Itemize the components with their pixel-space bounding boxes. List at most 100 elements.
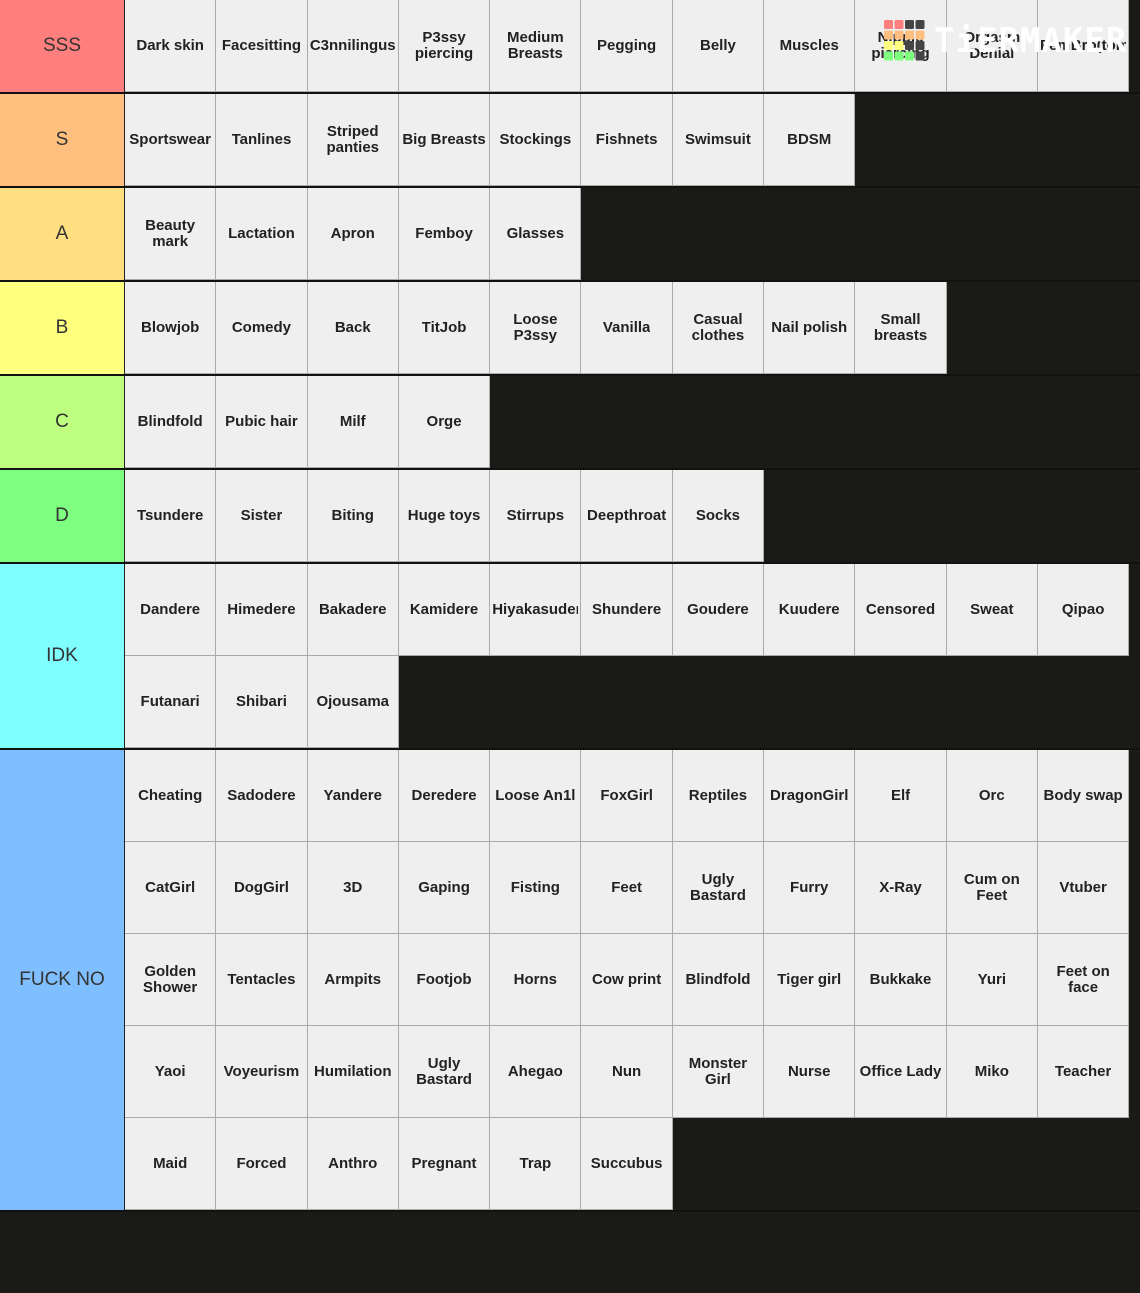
tier-item[interactable]: Goudere	[672, 564, 765, 656]
tier-item[interactable]: Striped panties	[307, 94, 399, 186]
tier-item[interactable]: Comedy	[216, 282, 308, 374]
tier-item[interactable]: Lactation	[216, 188, 308, 280]
tier-item[interactable]: Blowjob	[125, 282, 217, 374]
tier-item[interactable]: C3nnilingus	[307, 0, 399, 92]
tier-item[interactable]: Monster Girl	[672, 1026, 765, 1118]
tier-item[interactable]: Biting	[307, 470, 399, 562]
tier-item[interactable]: DragonGirl	[764, 750, 856, 842]
tier-item[interactable]: Deredere	[398, 750, 491, 842]
tier-item[interactable]: Small breasts	[855, 282, 947, 374]
tier-item[interactable]: Nurse	[764, 1026, 856, 1118]
tier-item[interactable]: TitJob	[398, 282, 491, 374]
tier-item[interactable]: Voyeurism	[216, 1026, 308, 1118]
tier-item[interactable]: DogGirl	[216, 842, 308, 934]
tier-item[interactable]: Casual clothes	[672, 282, 765, 374]
tier-item[interactable]: Cow print	[581, 934, 673, 1026]
tier-label[interactable]: FUCK NO	[0, 750, 125, 1210]
tier-item[interactable]: Gaping	[398, 842, 491, 934]
tier-label[interactable]: IDK	[0, 564, 125, 748]
tier-item[interactable]: Qipao	[1037, 564, 1130, 656]
tier-item[interactable]: Humilation	[307, 1026, 399, 1118]
tier-item[interactable]: Feet	[581, 842, 673, 934]
tier-item[interactable]: Dandere	[125, 564, 217, 656]
tier-item[interactable]: Yuri	[946, 934, 1038, 1026]
tier-item[interactable]: Censored	[855, 564, 947, 656]
tier-item[interactable]: Belly	[672, 0, 765, 92]
tier-item[interactable]: Body swap	[1037, 750, 1130, 842]
tier-item[interactable]: Fishnets	[581, 94, 673, 186]
tier-item[interactable]: Hiyakasuder	[490, 564, 582, 656]
tier-item[interactable]: Teacher	[1037, 1026, 1130, 1118]
tier-item[interactable]: Shibari	[216, 656, 308, 748]
tier-item[interactable]: Horns	[490, 934, 582, 1026]
tier-item[interactable]: CatGirl	[125, 842, 217, 934]
tier-item[interactable]: Back	[307, 282, 399, 374]
tier-item[interactable]: Stockings	[490, 94, 582, 186]
tier-item[interactable]: Tiger girl	[764, 934, 856, 1026]
tier-item[interactable]: Beauty mark	[125, 188, 217, 280]
tiermaker-logo[interactable]: TiERMAKER	[884, 20, 1127, 62]
tier-label[interactable]: D	[0, 470, 125, 562]
tier-item[interactable]: Sadodere	[216, 750, 308, 842]
tier-item[interactable]: 3D	[307, 842, 399, 934]
tier-item[interactable]: Blindfold	[672, 934, 765, 1026]
tier-item[interactable]: Facesitting	[216, 0, 308, 92]
tier-item[interactable]: Fisting	[490, 842, 582, 934]
tier-label[interactable]: S	[0, 94, 125, 186]
tier-item[interactable]: Shundere	[581, 564, 673, 656]
tier-item[interactable]: Ugly Bastard	[398, 1026, 491, 1118]
tier-item[interactable]: Glasses	[490, 188, 582, 280]
tier-item[interactable]: Vanilla	[581, 282, 673, 374]
tier-item[interactable]: Maid	[125, 1118, 217, 1210]
tier-item[interactable]: Apron	[307, 188, 399, 280]
tier-item[interactable]: Ahegao	[490, 1026, 582, 1118]
tier-item[interactable]: Big Breasts	[398, 94, 491, 186]
tier-label[interactable]: C	[0, 376, 125, 468]
tier-item[interactable]: Trap	[490, 1118, 582, 1210]
tier-item[interactable]: Ojousama	[307, 656, 399, 748]
tier-item[interactable]: Sister	[216, 470, 308, 562]
tier-item[interactable]: Kuudere	[764, 564, 856, 656]
tier-item[interactable]: Yaoi	[125, 1026, 217, 1118]
tier-item[interactable]: Orge	[398, 376, 491, 468]
tier-item[interactable]: Himedere	[216, 564, 308, 656]
tier-item[interactable]: Vtuber	[1037, 842, 1130, 934]
tier-item[interactable]: Succubus	[581, 1118, 673, 1210]
tier-item[interactable]: Ugly Bastard	[672, 842, 765, 934]
tier-label[interactable]: A	[0, 188, 125, 280]
tier-item[interactable]: Cheating	[125, 750, 217, 842]
tier-item[interactable]: Dark skin	[125, 0, 217, 92]
tier-item[interactable]: Orc	[946, 750, 1038, 842]
tier-label[interactable]: B	[0, 282, 125, 374]
tier-item[interactable]: X-Ray	[855, 842, 947, 934]
tier-item[interactable]: Office Lady	[855, 1026, 947, 1118]
tier-item[interactable]: Milf	[307, 376, 399, 468]
tier-item[interactable]: Bakadere	[307, 564, 399, 656]
tier-item[interactable]: Nun	[581, 1026, 673, 1118]
tier-item[interactable]: Furry	[764, 842, 856, 934]
tier-item[interactable]: Tanlines	[216, 94, 308, 186]
tier-item[interactable]: Bukkake	[855, 934, 947, 1026]
tier-item[interactable]: Sweat	[946, 564, 1038, 656]
tier-label[interactable]: SSS	[0, 0, 125, 92]
tier-item[interactable]: Sportswear	[125, 94, 217, 186]
tier-item[interactable]: Futanari	[125, 656, 217, 748]
tier-item[interactable]: Cum on Feet	[946, 842, 1038, 934]
tier-item[interactable]: FoxGirl	[581, 750, 673, 842]
tier-item[interactable]: Nail polish	[764, 282, 856, 374]
tier-item[interactable]: Elf	[855, 750, 947, 842]
tier-item[interactable]: Pubic hair	[216, 376, 308, 468]
tier-item[interactable]: Miko	[946, 1026, 1038, 1118]
tier-item[interactable]: Deepthroat	[581, 470, 673, 562]
tier-item[interactable]: Golden Shower	[125, 934, 217, 1026]
tier-item[interactable]: Kamidere	[398, 564, 491, 656]
tier-item[interactable]: Footjob	[398, 934, 491, 1026]
tier-item[interactable]: Femboy	[398, 188, 491, 280]
tier-item[interactable]: Pegging	[581, 0, 673, 92]
tier-item[interactable]: Pregnant	[398, 1118, 491, 1210]
tier-item[interactable]: Blindfold	[125, 376, 217, 468]
tier-item[interactable]: Stirrups	[490, 470, 582, 562]
tier-item[interactable]: Muscles	[764, 0, 856, 92]
tier-item[interactable]: P3ssy piercing	[398, 0, 491, 92]
tier-item[interactable]: Medium Breasts	[490, 0, 582, 92]
